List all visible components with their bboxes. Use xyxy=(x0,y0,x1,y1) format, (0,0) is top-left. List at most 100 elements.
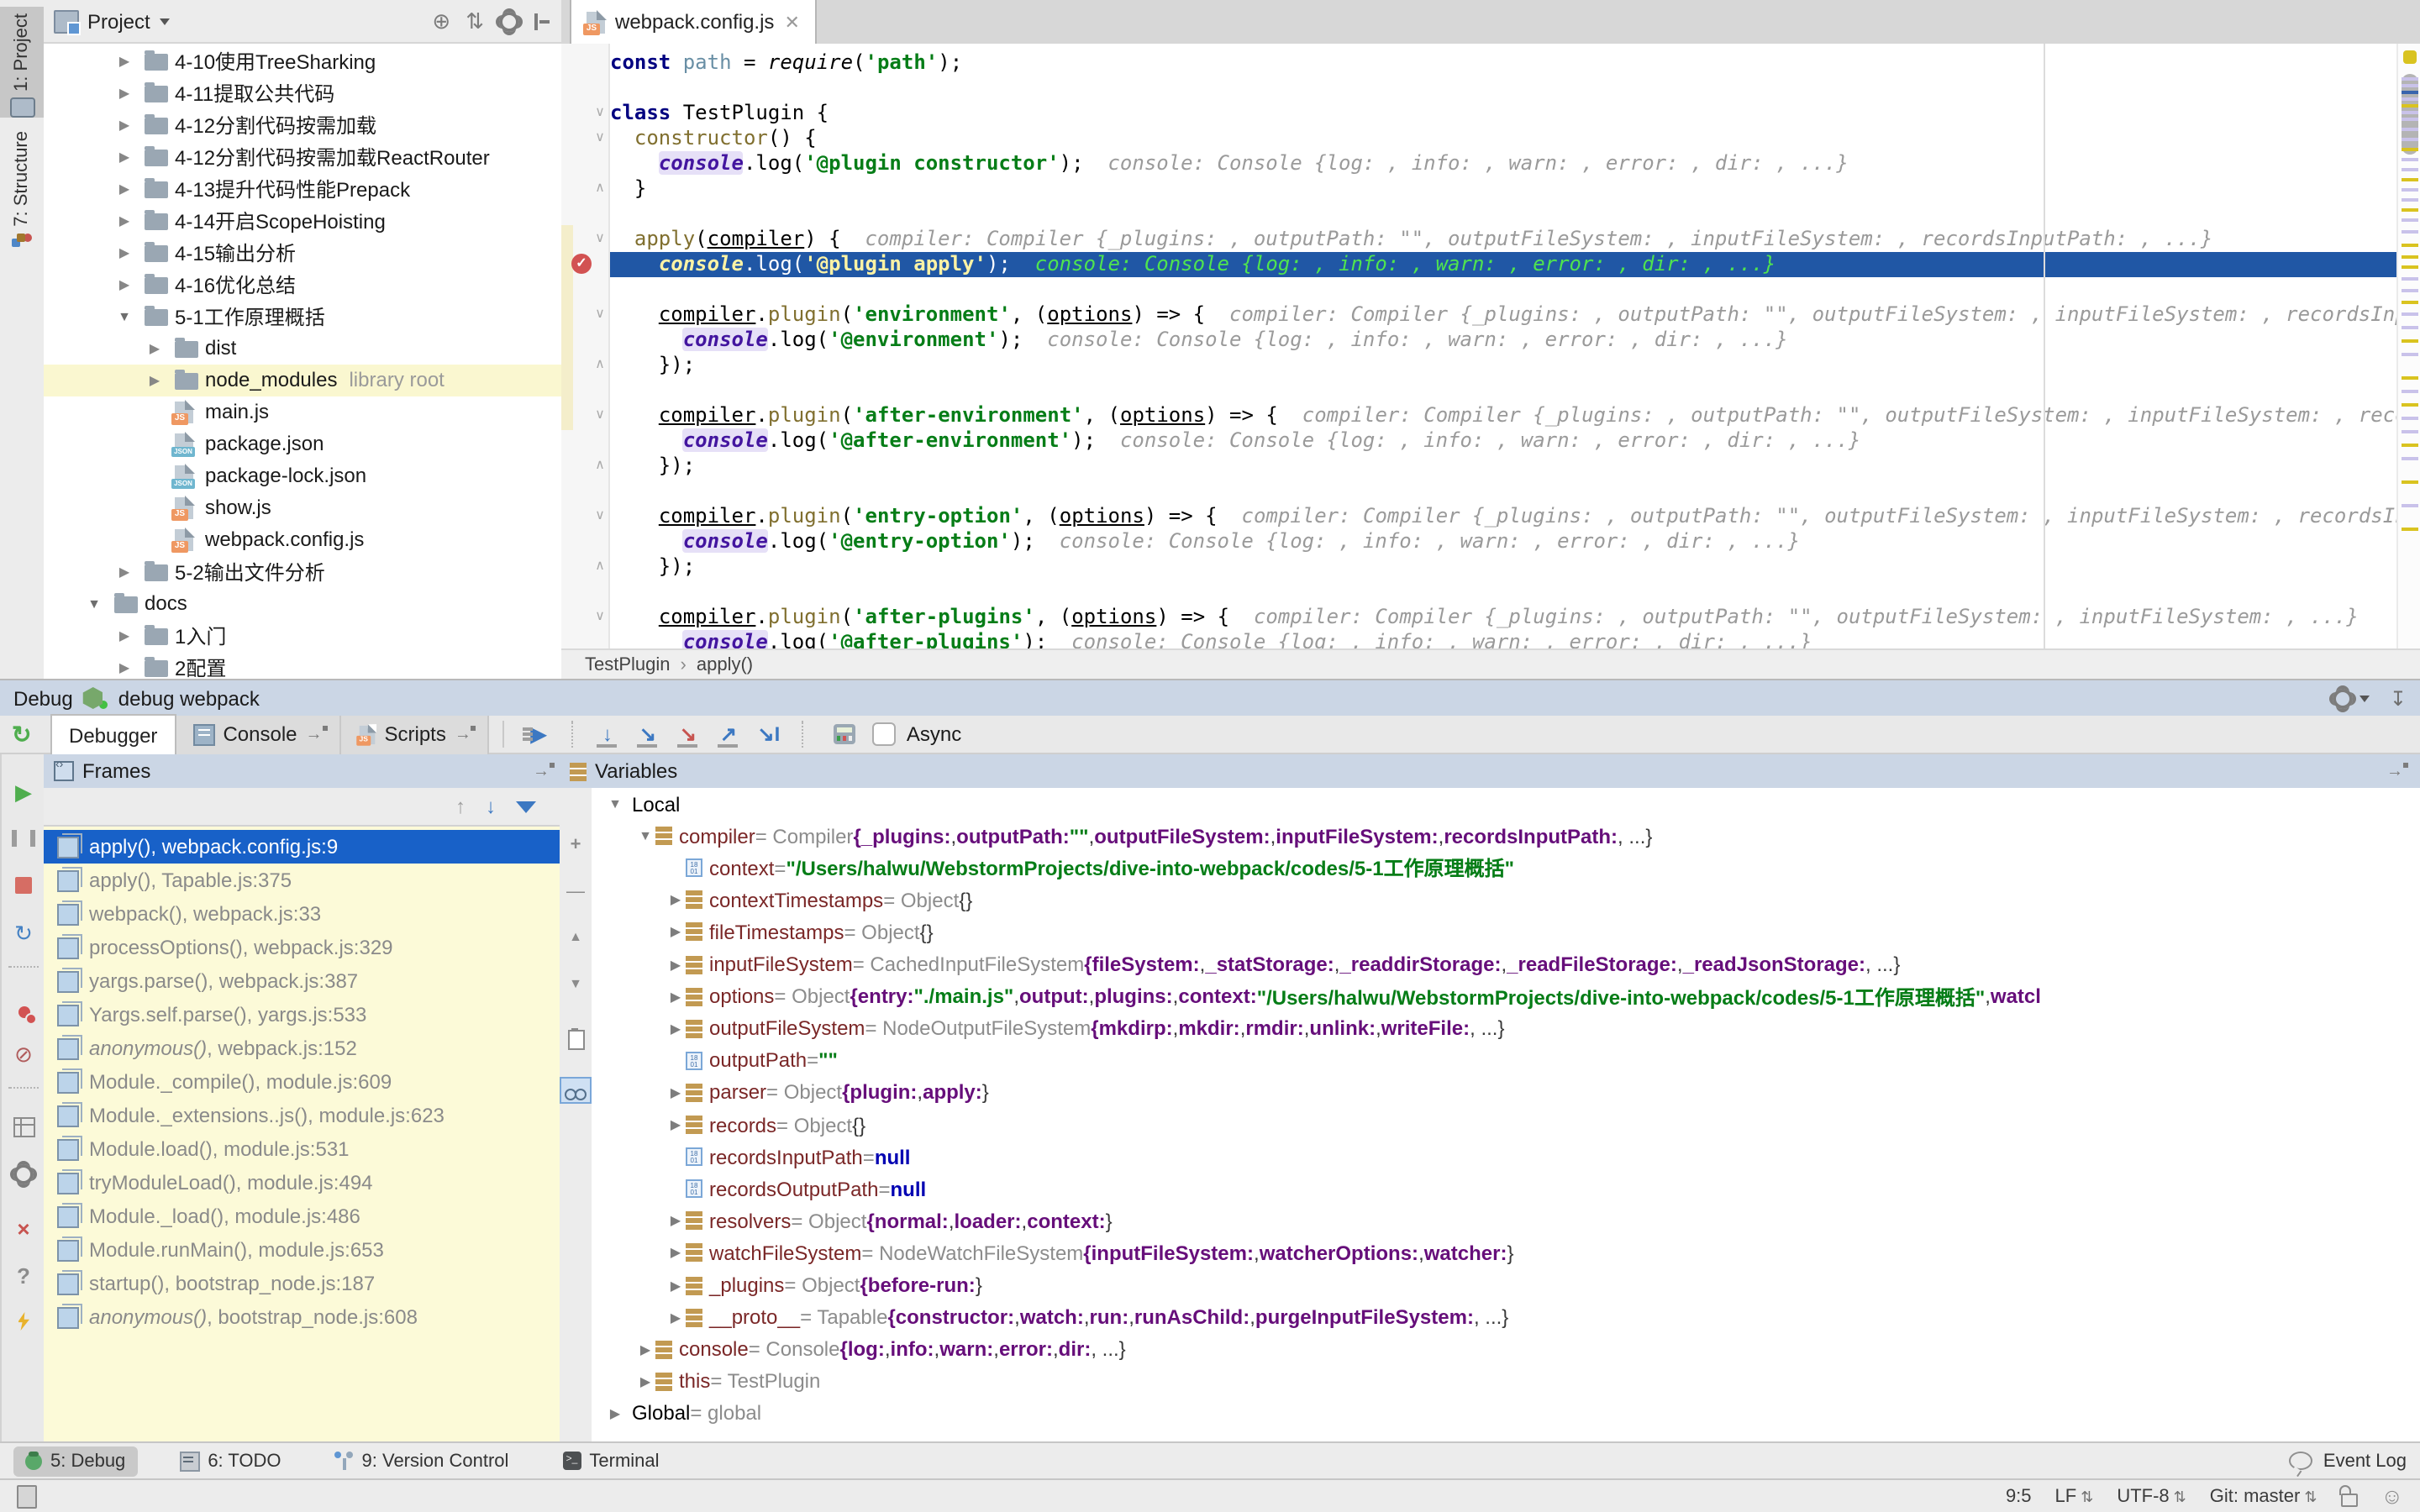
variable-row[interactable]: ▶records = Object {} xyxy=(592,1109,2420,1141)
tree-item[interactable]: ▶4-16优化总结 xyxy=(44,268,561,300)
frame-item[interactable]: Module._load(), module.js:486 xyxy=(44,1200,560,1233)
rerun-icon[interactable]: ↻ xyxy=(12,720,31,748)
chevron-down-icon[interactable] xyxy=(160,18,171,24)
stripe-button-project[interactable]: 1: Project xyxy=(0,7,44,118)
chevron-collapsed-icon[interactable]: ▶ xyxy=(666,1021,686,1036)
toolwindow-button-terminal[interactable]: >_ Terminal xyxy=(550,1446,671,1476)
move-up-icon[interactable]: ▲ xyxy=(560,929,592,944)
chevron-collapsed-icon[interactable]: ▶ xyxy=(666,925,686,940)
frame-item[interactable]: apply(), webpack.config.js:9 xyxy=(44,830,560,864)
tree-item[interactable]: ▶4-13提升代码性能Prepack xyxy=(44,172,561,204)
tree-item[interactable]: ▶1入门 xyxy=(44,619,561,651)
async-checkbox[interactable] xyxy=(873,722,897,746)
chevron-collapsed-icon[interactable]: ▶ xyxy=(116,244,133,260)
tree-item[interactable]: ▼docs xyxy=(44,587,561,619)
chevron-collapsed-icon[interactable]: ▶ xyxy=(666,1310,686,1325)
frame-item[interactable]: Module.runMain(), module.js:653 xyxy=(44,1233,560,1267)
line-separator[interactable]: LF ⇅ xyxy=(2055,1486,2094,1506)
editor-gutter[interactable]: ∨∨∧∨✓∨∧∨∧∨∧∨ xyxy=(561,44,610,648)
breadcrumb-method[interactable]: apply() xyxy=(697,654,753,675)
pause-icon[interactable] xyxy=(2,828,45,852)
close-icon[interactable]: × xyxy=(2,1218,45,1242)
add-watch-icon[interactable]: + xyxy=(560,835,592,855)
chevron-collapsed-icon[interactable]: ▶ xyxy=(666,957,686,972)
debug-gear-icon[interactable] xyxy=(2,1164,45,1189)
stop-icon[interactable] xyxy=(2,875,45,899)
tree-item[interactable]: ▶5-2输出文件分析 xyxy=(44,555,561,587)
fold-end-icon[interactable]: ∧ xyxy=(592,558,608,573)
restart-icon[interactable]: ↻ xyxy=(2,922,45,946)
code-editor[interactable]: ∨∨∧∨✓∨∧∨∧∨∧∨ const path = require('path'… xyxy=(561,44,2420,648)
frame-item[interactable]: Yargs.self.parse(), yargs.js:533 xyxy=(44,998,560,1032)
variable-row[interactable]: ▶outputFileSystem = NodeOutputFileSystem… xyxy=(592,1012,2420,1044)
tree-item[interactable]: ▶4-12分割代码按需加载ReactRouter xyxy=(44,140,561,172)
quick-actions-icon[interactable] xyxy=(2,1312,45,1336)
variable-row[interactable]: 1801context = "/Users/halwu/WebstormProj… xyxy=(592,852,2420,884)
show-execution-point-icon[interactable]: ▶ xyxy=(522,722,555,746)
variable-row[interactable]: ▶this = TestPlugin xyxy=(592,1366,2420,1398)
chevron-collapsed-icon[interactable]: ▶ xyxy=(116,181,133,196)
fold-open-icon[interactable]: ∨ xyxy=(592,104,608,119)
variable-row[interactable]: ▶_plugins = Object {before-run: } xyxy=(592,1269,2420,1301)
frame-item[interactable]: Module._compile(), module.js:609 xyxy=(44,1065,560,1099)
chevron-expanded-icon[interactable]: ▼ xyxy=(116,308,133,323)
chevron-collapsed-icon[interactable]: ▶ xyxy=(116,564,133,579)
fold-end-icon[interactable]: ∧ xyxy=(592,180,608,195)
tree-item[interactable]: ▶4-14开启ScopeHoisting xyxy=(44,204,561,236)
variable-row[interactable]: 1801recordsOutputPath = null xyxy=(592,1173,2420,1205)
variable-row[interactable]: ▶watchFileSystem = NodeWatchFileSystem {… xyxy=(592,1237,2420,1269)
frame-item[interactable]: processOptions(), webpack.js:329 xyxy=(44,931,560,964)
frame-item[interactable]: tryModuleLoad(), module.js:494 xyxy=(44,1166,560,1200)
editor-tab-webpack-config[interactable]: JS webpack.config.js ✕ xyxy=(570,0,817,45)
chevron-collapsed-icon[interactable]: ▶ xyxy=(116,53,133,68)
tree-item[interactable]: ▶4-15输出分析 xyxy=(44,236,561,268)
tree-item[interactable]: ▼5-1工作原理概括 xyxy=(44,300,561,332)
frame-item[interactable]: startup(), bootstrap_node.js:187 xyxy=(44,1267,560,1300)
fold-open-icon[interactable]: ∨ xyxy=(592,230,608,245)
chevron-collapsed-icon[interactable]: ▶ xyxy=(666,1117,686,1132)
open-in-new-window-icon[interactable]: → xyxy=(455,725,471,743)
open-in-new-window-icon[interactable]: → xyxy=(2386,762,2403,780)
error-stripe-scrollbar[interactable] xyxy=(2396,44,2420,648)
toolwindow-button-debug[interactable]: 5: Debug xyxy=(13,1446,137,1476)
variable-row[interactable]: ▶inputFileSystem = CachedInputFileSystem… xyxy=(592,948,2420,980)
chevron-collapsed-icon[interactable]: ▶ xyxy=(116,659,133,675)
hide-debug-panel-icon[interactable]: ↧ xyxy=(2390,686,2407,710)
fold-open-icon[interactable]: ∨ xyxy=(592,129,608,144)
variable-row[interactable]: 1801recordsInputPath = null xyxy=(592,1141,2420,1173)
tree-item[interactable]: ▶4-11提取公共代码 xyxy=(44,76,561,108)
chevron-collapsed-icon[interactable]: ▶ xyxy=(146,372,163,387)
mute-breakpoints-icon[interactable]: ⊘ xyxy=(2,1043,45,1067)
tree-item[interactable]: JSshow.js xyxy=(44,491,561,523)
move-down-icon[interactable]: ▼ xyxy=(560,976,592,991)
lock-icon[interactable] xyxy=(2340,1493,2357,1506)
chevron-collapsed-icon[interactable]: ▶ xyxy=(635,1374,655,1389)
fold-end-icon[interactable]: ∧ xyxy=(592,356,608,371)
variable-row[interactable]: ▶options = Object {entry: "./main.js", o… xyxy=(592,980,2420,1012)
variable-row[interactable]: ▶parser = Object {plugin: , apply: } xyxy=(592,1077,2420,1109)
fold-open-icon[interactable]: ∨ xyxy=(592,507,608,522)
variable-row[interactable]: ▶Global = global xyxy=(592,1398,2420,1430)
fold-open-icon[interactable]: ∨ xyxy=(592,407,608,422)
close-tab-icon[interactable]: ✕ xyxy=(784,11,799,33)
tree-item[interactable]: ▶4-12分割代码按需加载 xyxy=(44,108,561,140)
inspection-status-icon[interactable] xyxy=(2403,50,2417,64)
show-watches-icon[interactable] xyxy=(560,1077,592,1104)
project-panel-title[interactable]: Project xyxy=(87,9,150,33)
stripe-button-structure[interactable]: 7: Structure xyxy=(0,131,44,242)
chevron-collapsed-icon[interactable]: ▶ xyxy=(116,213,133,228)
chevron-collapsed-icon[interactable]: ▶ xyxy=(146,340,163,355)
tab-debugger[interactable]: Debugger xyxy=(50,714,176,754)
view-breakpoints-icon[interactable] xyxy=(2,1000,45,1023)
tab-console[interactable]: Console → xyxy=(176,715,340,753)
collapse-all-icon[interactable]: ⇅ xyxy=(466,10,484,32)
tree-item[interactable]: JSONpackage.json xyxy=(44,428,561,459)
chevron-collapsed-icon[interactable]: ▶ xyxy=(116,276,133,291)
remove-watch-icon[interactable]: — xyxy=(560,882,592,902)
tree-item[interactable]: ▶4-10使用TreeSharking xyxy=(44,45,561,76)
fold-open-icon[interactable]: ∨ xyxy=(592,306,608,321)
tree-item[interactable]: ▶dist xyxy=(44,332,561,364)
fold-end-icon[interactable]: ∧ xyxy=(592,457,608,472)
toolwindow-button-version-control[interactable]: 9: Version Control xyxy=(324,1446,521,1476)
variable-row[interactable]: ▶fileTimestamps = Object {} xyxy=(592,916,2420,948)
